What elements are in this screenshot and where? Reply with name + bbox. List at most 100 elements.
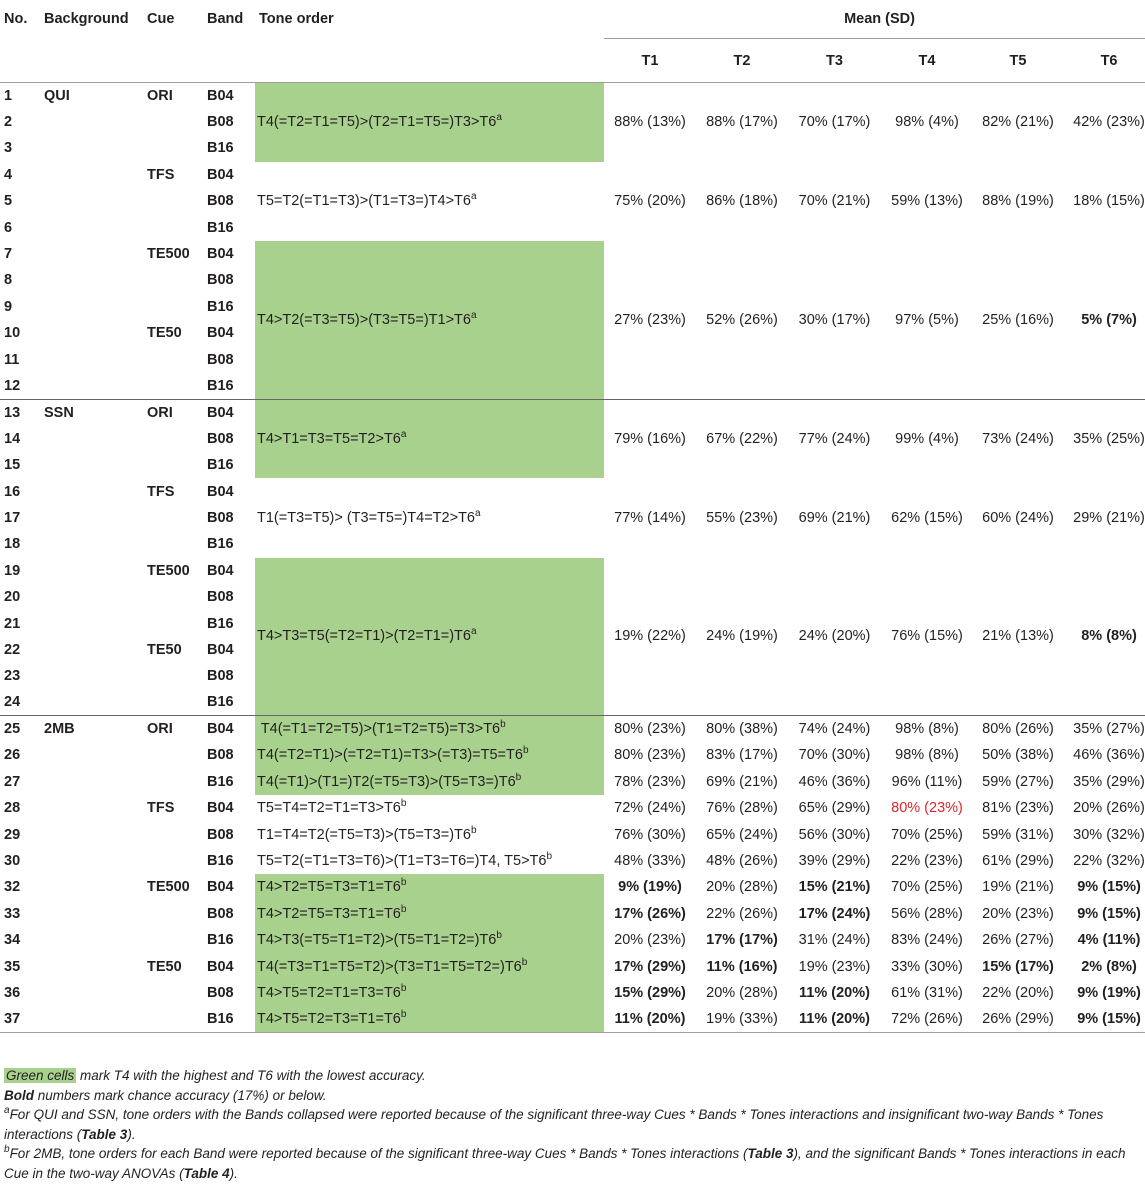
- mean-sd-cell: 18% (15%): [1073, 193, 1145, 210]
- row-number: 34: [4, 932, 21, 949]
- row-number: 33: [4, 905, 21, 922]
- row-background: [40, 637, 143, 663]
- row-band: B16: [207, 377, 234, 394]
- row-background: [40, 162, 143, 188]
- row-band: B04: [207, 800, 234, 817]
- row-cue: [143, 689, 203, 715]
- row-number: 35: [4, 958, 21, 975]
- row-number: 14: [4, 430, 21, 447]
- tone-order-footnote: b: [546, 851, 553, 863]
- row-background: [40, 188, 143, 214]
- note-b-text-1: For 2MB, tone orders for each Band were …: [9, 1146, 748, 1162]
- row-band: B04: [207, 641, 234, 658]
- mean-sd-cell: 11% (20%): [614, 1011, 686, 1028]
- row-band: B08: [207, 747, 234, 764]
- tone-order-footnote: b: [521, 956, 528, 968]
- mean-sd-cell: 73% (24%): [982, 431, 1054, 448]
- tone-order-cell: T4>T5=T2=T1=T3=T6b: [255, 979, 604, 1007]
- row-number: 17: [4, 509, 21, 526]
- mean-sd-cell: 29% (21%): [1073, 509, 1145, 526]
- row-band: B04: [207, 166, 234, 183]
- tone-order-cell: T5=T4=T2=T1=T3>T6b: [255, 795, 604, 821]
- mean-sd-cell: 42% (23%): [1073, 114, 1145, 131]
- mean-sd-cell: 97% (5%): [895, 311, 959, 328]
- row-cue: [143, 742, 203, 768]
- table-row: 33 B08 T4>T2=T5=T3=T1=T6b 17% (26%) 22% (26%…: [0, 900, 1145, 927]
- tone-order-cell: T1=T4=T2(=T5=T3)>(T5=T3=)T6b: [255, 821, 604, 847]
- mean-sd-cell: 20% (23%): [982, 905, 1054, 922]
- mean-sd-cell: 46% (36%): [1073, 747, 1145, 764]
- row-background: [40, 848, 143, 874]
- tone-order-text: T4>T3=T5(=T2=T1)>(T2=T1=)T6: [257, 628, 471, 645]
- row-band: B08: [207, 193, 234, 210]
- mean-sd-cell: 55% (23%): [706, 509, 778, 526]
- tone-order-footnote: a: [475, 507, 481, 519]
- mean-sd-cell: 67% (22%): [706, 431, 778, 448]
- tone-order-footnote: a: [470, 626, 477, 638]
- row-band: B08: [207, 668, 234, 685]
- tone-order-footnote: b: [515, 771, 522, 783]
- tone-order-cell: T4>T3=T5(=T2=T1)>(T2=T1=)T6a: [255, 557, 604, 716]
- tone-order-text: T4>T2=T5=T3=T1=T6: [257, 905, 401, 922]
- table-row: 37 B16 T4>T5=T2=T3=T1=T6b 11% (20%) 19% (33%…: [0, 1006, 1145, 1033]
- row-background: [40, 795, 143, 821]
- mean-sd-cell: 98% (4%): [895, 114, 959, 131]
- mean-sd-cell: 76% (28%): [706, 800, 778, 817]
- mean-sd-cell: 22% (23%): [891, 853, 963, 870]
- note-b: bFor 2MB, tone orders for each Band were…: [4, 1144, 1142, 1183]
- row-number: 27: [4, 773, 21, 790]
- row-number: 19: [4, 562, 21, 579]
- tone-order-cell: T4>T5=T2=T3=T1=T6b: [255, 1006, 604, 1033]
- mean-sd-cell: 60% (24%): [982, 509, 1054, 526]
- tone-order-footnote: b: [400, 982, 407, 994]
- tone-order-text: T4(=T1=T2=T5)>(T1=T2=T5)=T3>T6: [257, 721, 501, 738]
- mean-sd-cell: 70% (25%): [891, 826, 963, 843]
- row-band: B16: [207, 457, 234, 474]
- row-band: B08: [207, 826, 234, 843]
- row-number: 25: [4, 721, 21, 738]
- row-band: B04: [207, 721, 234, 738]
- row-band: B16: [207, 694, 234, 711]
- row-band: B04: [207, 958, 234, 975]
- mean-sd-cell: 22% (32%): [1073, 853, 1145, 870]
- row-band: B08: [207, 430, 234, 447]
- tone-order-cell: T4(=T2=T1)>(=T2=T1)=T3>(=T3)=T5=T6b: [255, 742, 604, 769]
- mean-sd-cell: 17% (26%): [614, 905, 686, 922]
- row-number: 7: [4, 246, 13, 263]
- row-band: B08: [207, 272, 234, 289]
- table-footnotes: Green cells mark T4 with the highest and…: [4, 1066, 1142, 1184]
- row-background: [40, 320, 143, 346]
- table-row: 34 B16 T4>T3(=T5=T1=T2)>(T5=T1=T2=)T6b 20% …: [0, 927, 1145, 954]
- row-band: B08: [207, 589, 234, 606]
- mean-sd-cell: 26% (29%): [982, 1011, 1054, 1028]
- tone-order-text: T5=T2(=T1=T3)>(T1=T3=)T4>T6: [257, 193, 471, 210]
- tone-order-footnote: a: [400, 429, 407, 441]
- tone-order-footnote: b: [400, 877, 407, 889]
- tone-order-footnote: a: [496, 112, 502, 124]
- note-a-text: For QUI and SSN, tone orders with the Ba…: [4, 1107, 1104, 1142]
- tone-order-text: T4>T2=T5=T3=T1=T6: [257, 879, 401, 896]
- mean-sd-cell: 70% (17%): [798, 114, 871, 131]
- row-cue: TE500: [147, 879, 190, 896]
- mean-accuracy-table: No. Background Cue Band Tone order Mean …: [0, 0, 1145, 1033]
- mean-sd-cell: 76% (30%): [614, 826, 686, 843]
- tone-order-footnote: a: [470, 309, 477, 321]
- header-tone-t1: T1: [604, 38, 696, 83]
- row-number: 13: [4, 404, 21, 421]
- mean-sd-cell: 83% (24%): [891, 932, 963, 949]
- row-background: [40, 927, 143, 953]
- table-row: 19 TE500 B04 T4>T3=T5(=T2=T1)>(T2=T1=)T6a 19…: [0, 557, 1145, 716]
- note-a-end: ).: [127, 1126, 136, 1142]
- row-background: [40, 663, 143, 689]
- row-band: B08: [207, 905, 234, 922]
- tone-order-cell: T4(=T1)>(T1=)T2(=T5=T3)>(T5=T3=)T6b: [255, 768, 604, 796]
- row-number: 11: [4, 351, 20, 368]
- row-number: 23: [4, 668, 21, 685]
- row-background: [40, 267, 143, 293]
- mean-sd-cell: 19% (23%): [798, 958, 871, 975]
- header-tone-t5: T5: [973, 38, 1063, 83]
- mean-sd-cell: 61% (29%): [982, 853, 1054, 870]
- header-background: Background: [44, 11, 129, 28]
- mean-sd-cell: 22% (26%): [706, 905, 778, 922]
- table-row: 32 TE500 B04 T4>T2=T5=T3=T1=T6b 9% (19%) 20% …: [0, 874, 1145, 901]
